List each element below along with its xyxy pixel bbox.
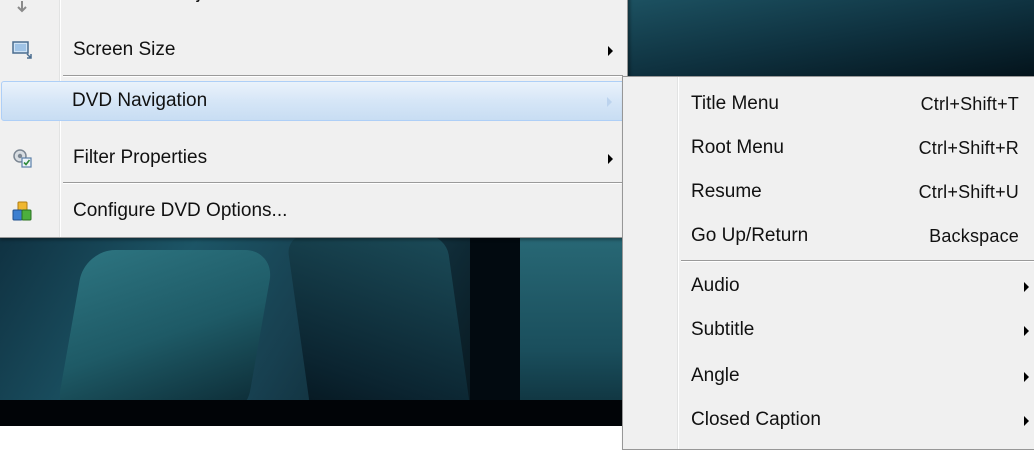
submenu-arrow-icon [608,46,613,56]
menu-separator [63,182,623,184]
menu-item-configure-dvd-options[interactable]: Configure DVD Options... [1,192,625,230]
submenu-item-label: Resume [691,181,762,202]
submenu-arrow-icon [1024,326,1029,336]
menu-item-label: DVD Navigation [72,90,208,111]
shortcut-text: Ctrl+Shift+R [918,138,1019,158]
submenu-item-subtitle[interactable]: Subtitle [625,311,1034,349]
menu-item-full-screen-adjust[interactable]: Full Screen Adjust [1,0,625,29]
menu-separator [63,75,623,77]
dvd-navigation-submenu: Title Menu Ctrl+Shift+T Root Menu Ctrl+S… [622,76,1034,450]
menu-item-label: Screen Size [73,39,176,60]
submenu-item-title-menu[interactable]: Title Menu Ctrl+Shift+T [625,85,1034,123]
menu-item-screen-size[interactable]: Screen Size [1,31,625,69]
submenu-item-label: Audio [691,275,740,296]
submenu-arrow-icon [1024,416,1029,426]
submenu-item-label: Root Menu [691,137,784,158]
video-figure-shape [55,250,275,420]
submenu-item-label: Closed Caption [691,409,821,430]
submenu-item-label: Title Menu [691,93,779,114]
submenu-item-angle[interactable]: Angle [625,357,1034,395]
submenu-item-audio[interactable]: Audio [625,267,1034,305]
submenu-arrow-icon [608,154,613,164]
menu-item-label: Full Screen Adjust [73,0,226,12]
shortcut-text: Ctrl+Shift+T [920,94,1019,114]
menu-item-filter-properties[interactable]: Filter Properties [1,139,625,177]
filter-gear-icon [11,147,33,169]
menu-separator [681,260,1034,262]
submenu-item-label: Subtitle [691,319,755,340]
shortcut-text: Backspace [929,226,1019,246]
submenu-arrow-icon [1024,372,1029,382]
menu-item-dvd-navigation[interactable]: DVD Navigation [1,81,625,121]
video-figure-shape [600,0,1034,80]
submenu-item-label: Go Up/Return [691,225,809,246]
fullscreen-adjust-icon [11,0,33,21]
submenu-arrow-icon [607,97,612,107]
submenu-item-root-menu[interactable]: Root Menu Ctrl+Shift+R [625,129,1034,167]
menu-item-label: Filter Properties [73,147,208,168]
monitor-icon [11,39,33,61]
submenu-item-closed-caption[interactable]: Closed Caption [625,401,1034,439]
window-edge [0,426,690,438]
context-menu: Full Screen Adjust Screen Size DVD Navig… [0,0,628,238]
submenu-arrow-icon [1024,282,1029,292]
submenu-item-go-up-return[interactable]: Go Up/Return Backspace [625,217,1034,255]
dvd-options-icon [11,200,33,222]
menu-item-label: Configure DVD Options... [73,200,288,221]
submenu-item-resume[interactable]: Resume Ctrl+Shift+U [625,173,1034,211]
submenu-item-label: Angle [691,365,740,386]
shortcut-text: Ctrl+Shift+U [918,182,1019,202]
